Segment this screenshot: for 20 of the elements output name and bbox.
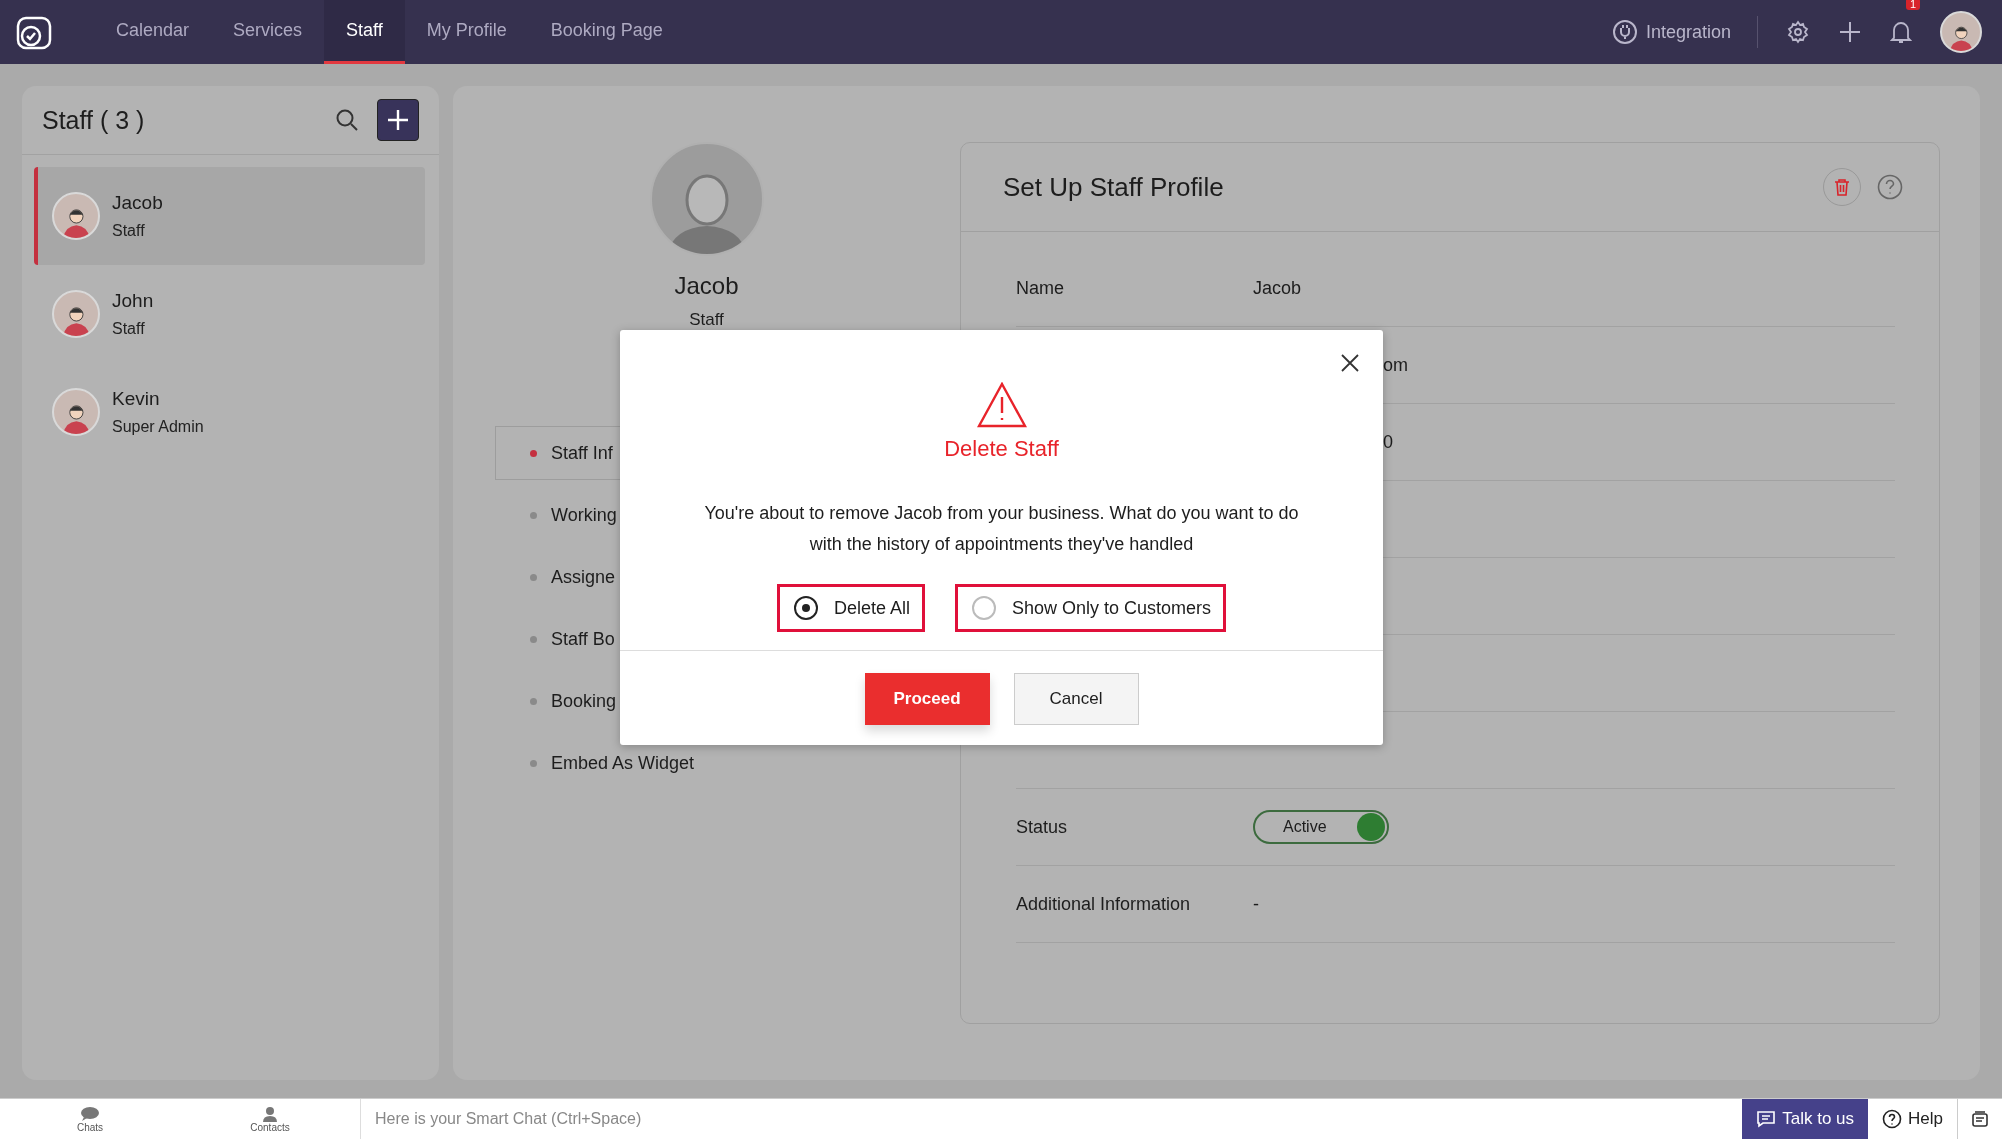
field-value: - (1253, 893, 1259, 915)
field-label: Status (1016, 816, 1069, 838)
field-value: om (1383, 354, 1408, 376)
dialog-message: You're about to remove Jacob from your business. What do you want to do with the history of appointments they've handled (703, 502, 1300, 556)
staff-role: Super Admin (112, 418, 204, 436)
profile-role: Staff (689, 310, 724, 330)
dialog-title: Delete Staff (944, 436, 1059, 462)
panel-title: Staff ( 3 ) (42, 105, 146, 135)
field-label: Name (1016, 277, 1065, 299)
notification-badge: 1 (1905, 0, 1920, 10)
staff-name: Kevin (112, 388, 161, 410)
staff-role: Staff (112, 320, 146, 338)
field-value: 0 (1383, 431, 1393, 453)
staff-role: Staff (112, 222, 146, 240)
staff-name: John (112, 290, 154, 312)
field-value: Jacob (1253, 277, 1302, 299)
field-label: Additional Information (1016, 893, 1192, 915)
profile-name: Jacob (674, 272, 739, 300)
staff-name: Jacob (112, 192, 163, 214)
card-title: Set Up Staff Profile (1003, 171, 1225, 203)
